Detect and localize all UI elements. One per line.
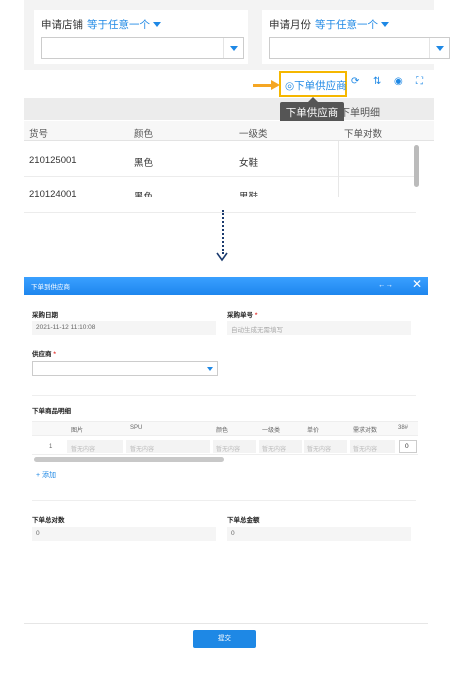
column-header-sku[interactable]: 货号 [29,126,48,140]
month-select[interactable] [269,37,450,59]
total-pairs-label: 下单总对数 [32,517,65,524]
table-row[interactable]: 210124001 黑色 男鞋 [24,177,416,213]
crop-edge [24,197,434,205]
add-item-button[interactable]: + 添加 [36,470,56,480]
total-amount-field: 0 [227,527,411,541]
column-header-category[interactable]: 一级类 [239,126,268,140]
footer-divider [24,623,428,624]
dialog-header [24,277,428,295]
cell-spu: 暂无内容 [130,447,155,453]
column-divider [338,141,339,201]
dropdown-arrow-icon[interactable] [429,38,449,58]
dropdown-arrow-icon[interactable] [203,362,217,375]
refresh-icon[interactable]: ⟳ [351,76,359,87]
purchase-no-field: 自动生成无需填写 [227,321,411,335]
table-row[interactable]: 210125001 黑色 女鞋 [24,141,416,177]
supplier-select[interactable] [32,361,218,376]
vertical-scrollbar[interactable] [414,145,419,187]
chevron-down-icon[interactable] [381,22,389,27]
dropdown-arrow-icon[interactable] [223,38,243,58]
month-condition-dropdown[interactable]: 等于任意一个 [315,19,378,31]
fullscreen-icon[interactable]: ⛶ [416,76,423,87]
items-section-label: 下单商品明细 [32,408,71,415]
cell-color: 暂无内容 [216,447,241,453]
month-filter: 申请月份 等于任意一个 [262,10,452,64]
total-amount-label: 下单总金额 [227,517,260,524]
close-icon[interactable]: ✕ [412,277,422,291]
column-header-color[interactable]: 颜色 [134,126,153,140]
eye-icon[interactable]: ◉ [394,76,403,87]
chevron-down-icon [216,252,228,262]
column-header-demand-qty: 需求对数 [353,428,378,434]
store-filter: 申请店铺 等于任意一个 [34,10,248,64]
store-select[interactable] [41,37,244,59]
horizontal-scrollbar[interactable] [34,457,224,462]
supplier-label: 供应商 * [32,348,56,358]
column-header-price: 单价 [307,428,320,434]
purchase-date-field: 2021-11-12 11:10:08 [32,321,216,335]
column-header-spu: SPU [130,425,143,431]
cell-category: 女鞋 [239,158,259,169]
dotted-connector-icon [222,210,224,254]
month-filter-label: 申请月份 等于任意一个 [269,17,389,32]
column-header-category: 一级类 [262,428,281,434]
dialog-title: 下单到供应商 [31,284,70,291]
cell-category: 暂无内容 [262,447,287,453]
total-pairs-field: 0 [32,527,216,541]
chevron-down-icon[interactable] [153,22,161,27]
section-divider [32,500,416,501]
store-condition-dropdown[interactable]: 等于任意一个 [87,19,150,31]
purchase-no-label: 采购单号 * [227,309,257,319]
size-38-stepper[interactable]: 0 [399,440,417,453]
store-filter-label: 申请店铺 等于任意一个 [41,17,161,32]
column-header-order-qty[interactable]: 下单对数 [344,126,382,140]
column-header-size-38: 38# [398,425,409,431]
cell-image: 暂无内容 [71,447,96,453]
cell-price: 暂无内容 [307,447,332,453]
section-divider [32,395,416,396]
supplier-label-text: 供应商 [32,351,52,358]
order-supplier-button[interactable]: ◎下单供应商 [279,71,347,97]
required-mark: * [254,312,258,319]
cell-sku: 210125001 [29,155,77,166]
store-label-text: 申请店铺 [41,19,83,31]
required-mark: * [53,351,56,358]
submit-button[interactable]: 提交 [193,630,256,648]
target-icon: ◎ [285,80,295,92]
row-index: 1 [49,444,53,450]
sort-icon[interactable]: ⇅ [373,76,381,87]
group-header-label: 下单明细 [340,108,380,119]
column-header-image: 图片 [71,428,84,434]
purchase-date-label: 采购日期 [32,312,58,319]
column-header-color: 颜色 [216,428,229,434]
cell-demand-qty: 暂无内容 [353,447,378,453]
order-supplier-label: 下单供应商 [294,80,347,92]
filter-panel: 申请店铺 等于任意一个 申请月份 等于任意一个 [24,0,452,70]
expand-icon[interactable]: ←→ [378,280,393,289]
cell-color: 黑色 [134,158,154,169]
month-label-text: 申请月份 [269,19,311,31]
purchase-no-label-text: 采购单号 [227,312,253,319]
